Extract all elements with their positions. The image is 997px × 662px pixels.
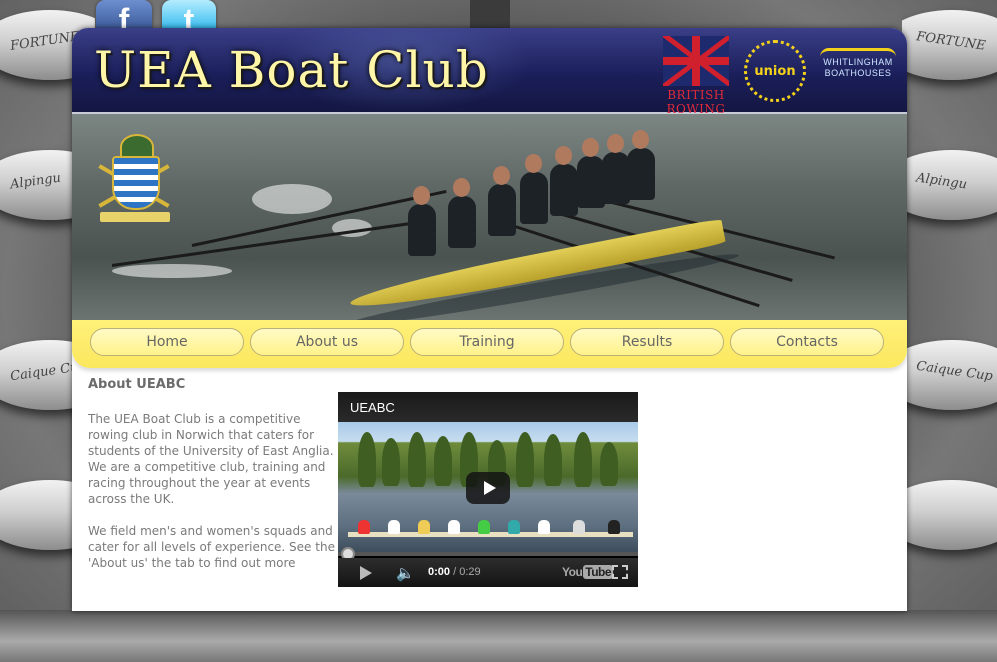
main-panel: UEA Boat Club BRITISH ROWING union WHITL… [72, 28, 907, 611]
club-crest-icon [94, 134, 176, 224]
about-paragraph-2: We field men's and women's squads and ca… [88, 524, 335, 570]
youtube-video-player[interactable]: UEABC 🔈 0:00 / 0:29 You Tube [338, 392, 638, 587]
union-logo-text: union [754, 63, 796, 79]
main-navigation: Home About us Training Results Contacts [72, 320, 907, 368]
video-current-time: 0:00 [428, 566, 451, 578]
hull-name: Caique Cup [915, 358, 994, 385]
play-icon [483, 481, 496, 495]
site-header: UEA Boat Club BRITISH ROWING union WHITL… [72, 28, 907, 116]
nav-contacts[interactable]: Contacts [730, 328, 884, 356]
union-logo[interactable]: union [744, 40, 806, 102]
youtube-logo[interactable]: You Tube [562, 565, 614, 579]
hull-name: Alpingu [9, 170, 62, 193]
video-title-bar: UEABC [338, 392, 638, 422]
twitter-glyph: t [183, 2, 195, 30]
background-hull: Alpingu [902, 150, 997, 220]
boathouse-roof-icon [820, 48, 896, 57]
background-floor [0, 610, 997, 662]
background-pillar [470, 0, 510, 28]
about-paragraph-1: The UEA Boat Club is a competitive rowin… [88, 412, 334, 506]
youtube-logo-you: You [562, 565, 583, 579]
whitlingham-boathouses-logo[interactable]: WHITLINGHAM BOATHOUSES [820, 48, 896, 92]
video-time: 0:00 / 0:29 [428, 566, 481, 578]
site-title[interactable]: UEA Boat Club [94, 40, 489, 100]
video-duration: 0:29 [459, 566, 481, 578]
background-boat-rack-right: FORTUNE Alpingu Caique Cup [902, 0, 997, 662]
british-rowing-text: BRITISH ROWING [666, 88, 726, 116]
content-heading: About UEABC [88, 377, 186, 392]
hull-name: FORTUNE [9, 29, 81, 54]
hull-name: FORTUNE [915, 29, 987, 54]
facebook-glyph: f [118, 2, 130, 30]
volume-icon[interactable]: 🔈 [396, 564, 415, 582]
hero-rowing-photo [72, 114, 907, 320]
control-play-icon[interactable] [360, 566, 372, 580]
video-play-button[interactable] [466, 472, 510, 504]
nav-results[interactable]: Results [570, 328, 724, 356]
boathouses-text: BOATHOUSES [824, 68, 892, 78]
video-progress-bar[interactable] [338, 552, 638, 556]
hull-name: Alpingu [915, 170, 968, 193]
social-links: f t [96, 0, 216, 30]
union-flag-icon [663, 36, 729, 86]
nav-about-us[interactable]: About us [250, 328, 404, 356]
whitlingham-text: WHITLINGHAM [823, 57, 893, 67]
nav-home[interactable]: Home [90, 328, 244, 356]
background-hull: Caique Cup [902, 340, 997, 410]
video-title[interactable]: UEABC [350, 400, 395, 415]
nav-training[interactable]: Training [410, 328, 564, 356]
background-hull: FORTUNE [902, 10, 997, 80]
british-rowing-logo[interactable]: BRITISH ROWING [645, 36, 747, 116]
youtube-logo-tube: Tube [583, 565, 614, 579]
video-controls: 🔈 0:00 / 0:29 You Tube [338, 558, 638, 587]
twitter-icon[interactable]: t [162, 0, 216, 30]
facebook-icon[interactable]: f [96, 0, 152, 30]
background-hull [902, 480, 997, 550]
video-time-separator: / [450, 566, 460, 578]
fullscreen-icon[interactable] [612, 565, 628, 579]
